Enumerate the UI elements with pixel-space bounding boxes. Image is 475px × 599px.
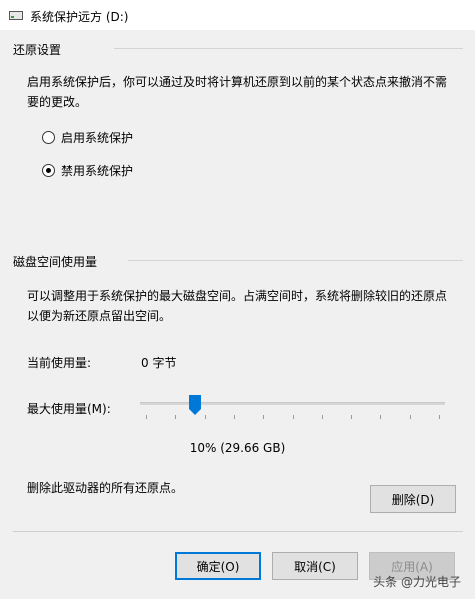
radio-disable-protection[interactable]: 禁用系统保护 xyxy=(42,162,133,179)
slider-tick xyxy=(351,415,353,419)
slider-tick xyxy=(380,415,382,419)
slider-tick xyxy=(409,415,411,419)
radio-enable-protection[interactable]: 启用系统保护 xyxy=(42,129,133,146)
watermark-text: 头条 @力光电子 xyxy=(373,575,461,589)
cancel-button[interactable]: 取消(C) xyxy=(272,552,358,580)
slider-tick xyxy=(146,415,147,419)
disk-description: 可以调整用于系统保护的最大磁盘空间。占满空间时，系统将删除较旧的还原点 以便为新… xyxy=(27,289,448,323)
slider-tick xyxy=(292,415,294,419)
delete-button[interactable]: 删除(D) xyxy=(370,485,456,513)
slider-tick xyxy=(263,415,265,419)
drive-icon xyxy=(9,11,23,20)
watermark: 头条 @力光电子 xyxy=(373,573,461,590)
slider-tick xyxy=(321,415,323,419)
title-bar: 系统保护远方 (D:) xyxy=(0,0,475,30)
restore-settings-heading: 还原设置 xyxy=(13,43,62,57)
slider-thumb[interactable] xyxy=(189,395,202,415)
restore-description: 启用系统保护后，你可以通过及时将计算机还原到以前的某个状态点来撤消不需 要的更改… xyxy=(27,75,448,109)
slider-tick xyxy=(233,415,235,419)
disk-usage-divider xyxy=(128,260,463,261)
slider-ticks xyxy=(140,415,445,419)
max-usage-value: 10% (29.66 GB) xyxy=(189,441,286,455)
max-usage-label: 最大使用量(M): xyxy=(27,402,111,416)
disk-usage-heading: 磁盘空间使用量 xyxy=(13,255,98,269)
delete-description: 删除此驱动器的所有还原点。 xyxy=(27,481,184,495)
max-usage-slider[interactable] xyxy=(140,392,445,424)
current-usage-label: 当前使用量: xyxy=(27,356,92,370)
radio-dot-icon xyxy=(46,168,51,173)
ok-button[interactable]: 确定(O) xyxy=(175,552,261,580)
slider-track[interactable] xyxy=(140,402,445,405)
slider-tick xyxy=(439,415,440,419)
slider-tick xyxy=(175,415,177,419)
radio-disable-label: 禁用系统保护 xyxy=(61,164,134,178)
current-usage-value: 0 字节 xyxy=(141,356,177,370)
slider-tick xyxy=(204,415,206,419)
window-title: 系统保护远方 (D:) xyxy=(30,10,129,24)
radio-button-selected-icon[interactable] xyxy=(42,164,55,177)
footer-divider xyxy=(13,531,463,532)
radio-button-icon[interactable] xyxy=(42,131,55,144)
radio-enable-label: 启用系统保护 xyxy=(61,131,134,145)
restore-settings-divider xyxy=(114,48,463,49)
